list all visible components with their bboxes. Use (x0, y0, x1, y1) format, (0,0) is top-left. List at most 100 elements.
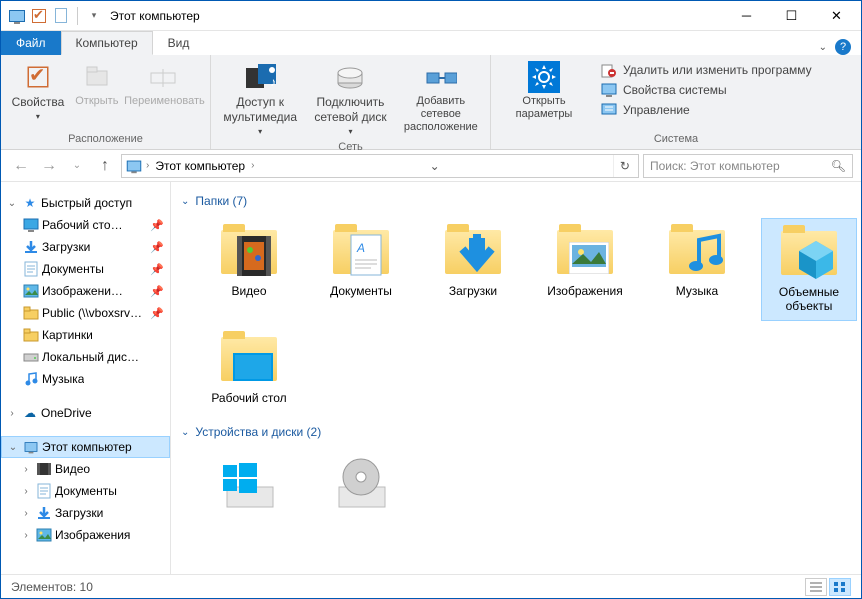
qat-separator (77, 7, 78, 25)
open-settings-label: Открыть параметры (503, 95, 585, 121)
folder-item[interactable]: AДокументы (313, 218, 409, 321)
expand-icon[interactable]: ⌄ (5, 198, 19, 209)
tree-item[interactable]: Public (\\vboxsrv…📌 (1, 302, 170, 324)
tree-item-icon (36, 527, 52, 543)
collapse-icon[interactable]: ⌄ (181, 196, 189, 207)
up-button[interactable]: ↑ (93, 154, 117, 178)
recent-locations-button[interactable]: ⌄ (65, 154, 89, 178)
expand-icon[interactable]: › (19, 530, 33, 541)
search-box[interactable]: Поиск: Этот компьютер 🔍︎ (643, 154, 853, 178)
folder-item[interactable]: Видео (201, 218, 297, 321)
tree-item[interactable]: Документы📌 (1, 258, 170, 280)
map-drive-button[interactable]: Подключить сетевой диск ▾ (307, 59, 393, 141)
folder-item[interactable]: Рабочий стол (201, 325, 297, 411)
minimize-button[interactable]: ─ (724, 1, 769, 30)
folder-item[interactable]: Изображения (537, 218, 633, 321)
search-placeholder: Поиск: Этот компьютер (650, 159, 780, 173)
crumb-sep-icon[interactable]: › (144, 160, 151, 171)
tree-item-icon (23, 349, 39, 365)
tree-item-icon (36, 483, 52, 499)
folder-icon (553, 224, 617, 280)
system-props-label: Свойства системы (623, 83, 727, 97)
close-button[interactable]: ✕ (814, 1, 859, 30)
media-icon: ♪ (244, 61, 276, 93)
drive-item[interactable] (313, 449, 409, 517)
folder-item[interactable]: Музыка (649, 218, 745, 321)
section-folders[interactable]: ⌄ Папки (7) (181, 194, 861, 208)
collapse-ribbon-icon[interactable]: ⌄ (819, 42, 827, 53)
pin-icon: 📌 (150, 241, 170, 254)
section-drives[interactable]: ⌄ Устройства и диски (2) (181, 425, 861, 439)
tree-item-label: Видео (55, 462, 90, 476)
qat-properties-icon[interactable] (29, 6, 49, 26)
app-icon[interactable] (7, 6, 27, 26)
manage-label: Управление (623, 103, 690, 117)
tree-quick-access[interactable]: ⌄ ★ Быстрый доступ (1, 192, 170, 214)
add-netloc-label: Добавить сетевое расположение (404, 95, 478, 135)
properties-button[interactable]: Свойства ▾ (7, 59, 69, 125)
address-dropdown-icon[interactable]: ⌄ (424, 155, 446, 177)
tree-item[interactable]: Локальный дис… (1, 346, 170, 368)
tab-view[interactable]: Вид (153, 31, 205, 55)
tree-item-icon (23, 217, 39, 233)
tree-item[interactable]: Музыка (1, 368, 170, 390)
status-bar: Элементов: 10 (1, 574, 861, 598)
navigation-tree[interactable]: ⌄ ★ Быстрый доступ Рабочий сто…📌Загрузки… (1, 182, 171, 574)
tree-item[interactable]: Рабочий сто…📌 (1, 214, 170, 236)
tree-this-pc[interactable]: ⌄ Этот компьютер (1, 436, 170, 458)
tree-item[interactable]: › Видео (1, 458, 170, 480)
quick-access-toolbar: ▾ (3, 6, 104, 26)
drives-grid (181, 449, 861, 517)
ribbon: Свойства ▾ Открыть Переименовать Располо… (1, 55, 861, 150)
back-button[interactable]: ← (9, 154, 33, 178)
ribbon-group-location-label: Расположение (7, 133, 204, 147)
forward-button: → (37, 154, 61, 178)
help-icon[interactable]: ? (835, 39, 851, 55)
expand-icon[interactable]: › (19, 464, 33, 475)
refresh-button[interactable]: ↻ (613, 155, 636, 177)
ribbon-group-network-label: Сеть (217, 141, 484, 155)
folder-item[interactable]: Объемные объекты (761, 218, 857, 321)
pin-icon: 📌 (150, 219, 170, 232)
details-view-button[interactable] (805, 578, 827, 596)
open-settings-button[interactable]: Открыть параметры (497, 59, 591, 123)
expand-icon[interactable]: › (19, 508, 33, 519)
expand-icon[interactable]: › (19, 486, 33, 497)
content-pane[interactable]: ⌄ Папки (7) ВидеоAДокументы Загрузки Изобр… (171, 182, 861, 574)
tree-item[interactable]: Картинки (1, 324, 170, 346)
system-props-button[interactable]: Свойства системы (597, 81, 816, 99)
maximize-button[interactable]: ☐ (769, 1, 814, 30)
breadcrumb-thispc[interactable]: Этот компьютер (151, 159, 249, 173)
tree-item[interactable]: Изображени…📌 (1, 280, 170, 302)
qat-dropdown-icon[interactable]: ▾ (84, 6, 104, 26)
search-icon[interactable]: 🔍︎ (831, 159, 846, 173)
crumb-sep-icon[interactable]: › (249, 160, 256, 171)
tree-item-label: Картинки (42, 328, 93, 342)
tree-onedrive[interactable]: › ☁ OneDrive (1, 402, 170, 424)
media-access-button[interactable]: ♪ Доступ к мультимедиа ▾ (217, 59, 303, 141)
rename-button: Переименовать (125, 59, 204, 110)
folder-label: Загрузки (449, 284, 497, 298)
view-switcher (805, 578, 851, 596)
folder-icon: A (329, 224, 393, 280)
tree-item[interactable]: ›Изображения (1, 524, 170, 546)
qat-newdoc-icon[interactable] (51, 6, 71, 26)
expand-icon[interactable]: ⌄ (6, 442, 20, 453)
uninstall-button[interactable]: Удалить или изменить программу (597, 61, 816, 79)
media-label: Доступ к мультимедиа (223, 95, 297, 124)
folder-item[interactable]: Загрузки (425, 218, 521, 321)
tree-item[interactable]: ›Документы (1, 480, 170, 502)
collapse-icon[interactable]: ⌄ (181, 427, 189, 438)
manage-button[interactable]: Управление (597, 101, 816, 119)
icons-view-button[interactable] (829, 578, 851, 596)
expand-icon[interactable]: › (5, 408, 19, 419)
ribbon-group-location: Свойства ▾ Открыть Переименовать Располо… (1, 55, 211, 149)
pin-icon: 📌 (150, 263, 170, 276)
tree-item[interactable]: ›Загрузки (1, 502, 170, 524)
tree-item[interactable]: Загрузки📌 (1, 236, 170, 258)
drive-item[interactable] (201, 449, 297, 517)
tab-computer[interactable]: Компьютер (61, 31, 153, 55)
tab-file[interactable]: Файл (1, 31, 61, 55)
add-netloc-button[interactable]: Добавить сетевое расположение (398, 59, 484, 137)
address-bar[interactable]: › Этот компьютер › ⌄ ↻ (121, 154, 639, 178)
